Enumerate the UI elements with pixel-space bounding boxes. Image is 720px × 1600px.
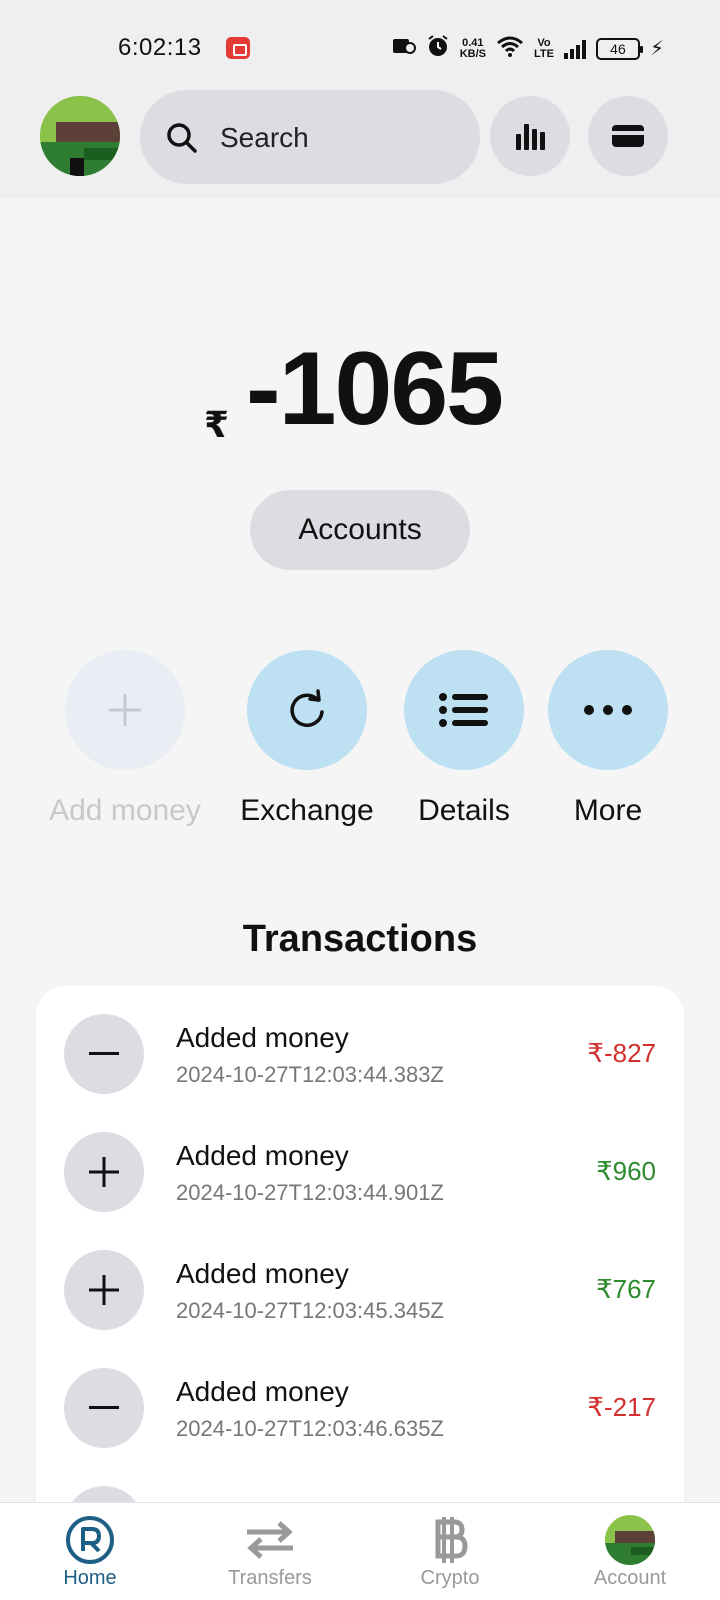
net-speed-unit: KB/S bbox=[459, 47, 486, 60]
refresh-icon bbox=[290, 689, 324, 728]
exchange-action[interactable]: Exchange bbox=[227, 650, 387, 828]
nav-home-label: Home bbox=[63, 1567, 117, 1589]
details-button[interactable] bbox=[404, 650, 524, 770]
accounts-button[interactable]: Accounts bbox=[250, 490, 470, 570]
status-bar: 6:02:13 0.41 KB/S Vo LTE 46 ⚡ bbox=[0, 0, 720, 90]
search-bar[interactable] bbox=[140, 90, 480, 184]
transactions-list: Added money 2024-10-27T12:03:44.383Z ₹-8… bbox=[36, 986, 684, 1506]
screen-record-icon bbox=[226, 37, 250, 59]
transaction-amount: ₹-217 bbox=[587, 1392, 656, 1422]
transaction-date: 2024-10-27T12:03:44.383Z bbox=[176, 1062, 444, 1087]
search-icon bbox=[167, 123, 197, 153]
details-action[interactable]: Details bbox=[384, 650, 544, 828]
nfc-icon bbox=[392, 36, 416, 61]
transaction-amount: ₹-827 bbox=[587, 1038, 656, 1068]
battery-icon: 46 bbox=[595, 37, 643, 60]
charging-icon: ⚡ bbox=[649, 38, 664, 60]
more-button[interactable] bbox=[548, 650, 668, 770]
minus-icon bbox=[64, 1014, 144, 1094]
plus-icon bbox=[109, 694, 141, 726]
cards-button[interactable] bbox=[588, 96, 668, 176]
nav-account-label: Account bbox=[593, 1567, 667, 1589]
bottom-nav: Home Transfers Crypto Account bbox=[0, 1502, 720, 1600]
transaction-date: 2024-10-27T12:03:44.901Z bbox=[176, 1180, 444, 1205]
home-icon bbox=[65, 1515, 115, 1565]
transaction-name: Added money bbox=[176, 1022, 349, 1053]
transaction-date: 2024-10-27T12:03:45.345Z bbox=[176, 1298, 444, 1323]
nav-crypto-label: Crypto bbox=[420, 1567, 480, 1589]
transaction-row[interactable]: Added money 2024-10-27T12:03:45.345Z ₹76… bbox=[36, 1250, 684, 1350]
transaction-name: Added money bbox=[176, 1140, 349, 1171]
more-label: More bbox=[573, 794, 643, 827]
bar-chart-icon bbox=[516, 124, 545, 150]
alarm-icon bbox=[426, 34, 450, 63]
transaction-row[interactable]: Added money 2024-10-27T12:03:44.383Z ₹-8… bbox=[36, 1014, 684, 1114]
card-icon bbox=[612, 125, 644, 147]
add-money-action: Add money bbox=[45, 650, 205, 828]
nav-transfers-label: Transfers bbox=[228, 1567, 312, 1589]
bitcoin-icon bbox=[425, 1515, 475, 1565]
more-action[interactable]: More bbox=[528, 650, 688, 828]
transaction-name: Added money bbox=[176, 1376, 349, 1407]
account-avatar-icon bbox=[605, 1515, 655, 1565]
plus-icon bbox=[64, 1132, 144, 1212]
details-label: Details bbox=[418, 794, 510, 827]
transaction-name: Added money bbox=[176, 1258, 349, 1289]
net-speed-value: 0.41 bbox=[462, 36, 484, 49]
balance-value: -1065 bbox=[246, 331, 504, 447]
search-input[interactable] bbox=[220, 120, 460, 156]
volte-indicator: Vo LTE bbox=[533, 36, 554, 60]
volte-bottom: LTE bbox=[533, 47, 554, 60]
plus-icon bbox=[64, 1250, 144, 1330]
app-header bbox=[0, 90, 720, 198]
transaction-row[interactable]: Added money 2024-10-27T12:03:46.635Z ₹-2… bbox=[36, 1368, 684, 1468]
exchange-label: Exchange bbox=[240, 794, 374, 827]
transactions-title: Transactions bbox=[242, 918, 478, 960]
nav-home[interactable]: Home bbox=[0, 1503, 180, 1600]
transfer-arrows-icon bbox=[245, 1515, 295, 1565]
avatar[interactable] bbox=[40, 96, 120, 176]
minus-icon bbox=[64, 1368, 144, 1448]
nav-transfers[interactable]: Transfers bbox=[180, 1503, 360, 1600]
add-money-label: Add money bbox=[49, 794, 201, 827]
volte-top: Vo bbox=[537, 36, 551, 49]
net-speed: 0.41 KB/S bbox=[459, 36, 486, 60]
list-icon bbox=[439, 693, 488, 727]
transaction-date: 2024-10-27T12:03:46.635Z bbox=[176, 1416, 444, 1441]
status-icons: 0.41 KB/S Vo LTE 46 ⚡ bbox=[392, 34, 664, 63]
analytics-button[interactable] bbox=[490, 96, 570, 176]
nav-crypto[interactable]: Crypto bbox=[360, 1503, 540, 1600]
more-dots-icon bbox=[584, 705, 632, 715]
exchange-button[interactable] bbox=[247, 650, 367, 770]
wifi-icon bbox=[496, 35, 524, 62]
currency-symbol: ₹ bbox=[204, 404, 230, 445]
status-time: 6:02:13 bbox=[118, 34, 202, 61]
transaction-amount: ₹767 bbox=[596, 1274, 656, 1304]
transaction-row[interactable]: Added money 2024-10-27T12:03:44.901Z ₹96… bbox=[36, 1132, 684, 1232]
add-money-button bbox=[65, 650, 185, 770]
signal-icon bbox=[563, 39, 586, 59]
transaction-amount: ₹960 bbox=[596, 1156, 656, 1186]
nav-account[interactable]: Account bbox=[540, 1503, 720, 1600]
